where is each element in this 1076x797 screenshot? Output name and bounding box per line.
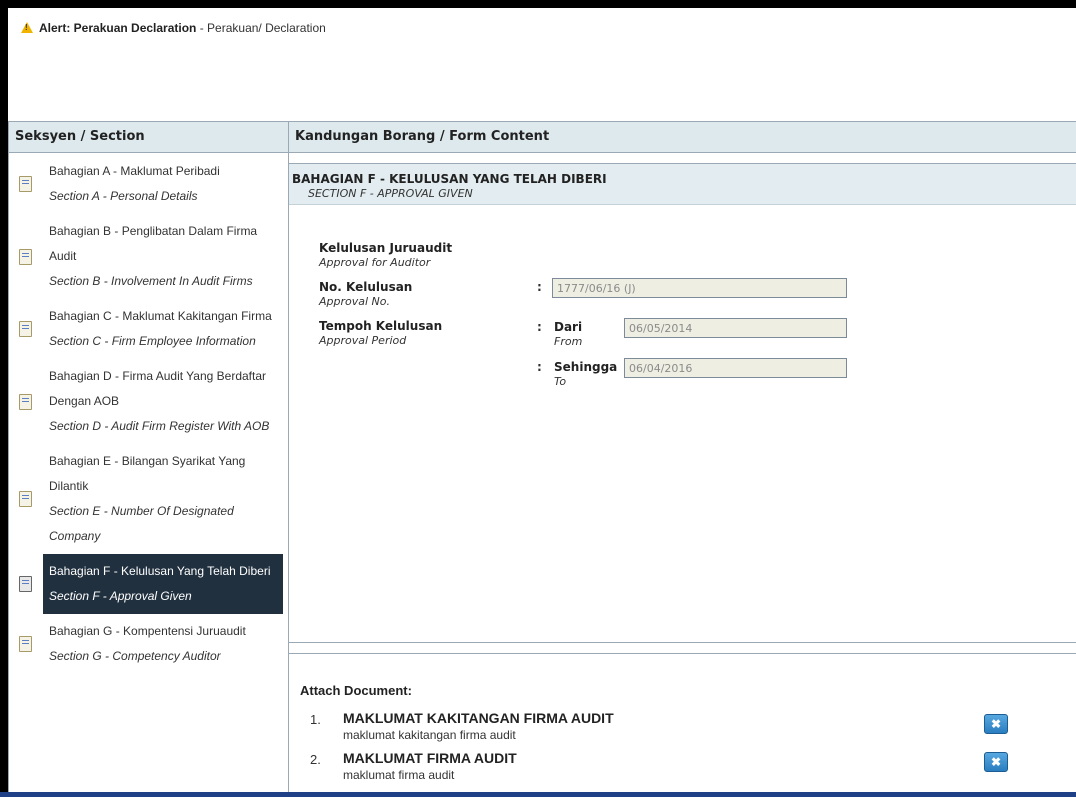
section-label-en: Section F - Approval Given	[49, 589, 192, 603]
section-item-e[interactable]: Bahagian E - Bilangan Syarikat Yang Dila…	[19, 444, 283, 554]
section-label-en: Section G - Competency Auditor	[49, 649, 221, 663]
section-label-ms: Bahagian F - Kelulusan Yang Telah Diberi	[49, 564, 271, 578]
delete-attachment-button[interactable]: ✖	[984, 752, 1008, 772]
section-label-en: Section C - Firm Employee Information	[49, 334, 256, 348]
page: Alert: Perakuan Declaration - Perakuan/ …	[8, 8, 1076, 792]
section-label-en: Section E - Number Of Designated Company	[49, 504, 234, 543]
attach-document-panel: Attach Document: 1. MAKLUMAT KAKITANGAN …	[288, 653, 1076, 792]
label-en: Approval for Auditor	[319, 256, 431, 269]
from-label: Dari From	[554, 320, 582, 348]
label-en: Approval Period	[319, 334, 407, 347]
colon: :	[537, 360, 542, 374]
colon: :	[537, 320, 542, 334]
section-list: Bahagian A - Maklumat Peribadi Section A…	[9, 154, 288, 674]
attachment-number: 1.	[310, 712, 321, 727]
alert-title: Alert: Perakuan Declaration	[39, 21, 197, 35]
label-ms: Dari	[554, 320, 583, 334]
attachment-number: 2.	[310, 752, 321, 767]
delete-attachment-button[interactable]: ✖	[984, 714, 1008, 734]
attachment-name[interactable]: MAKLUMAT FIRMA AUDIT	[343, 750, 517, 766]
colon: :	[537, 280, 542, 294]
section-heading: BAHAGIAN F - KELULUSAN YANG TELAH DIBERI…	[289, 163, 1076, 205]
section-label-ms: Bahagian G - Kompentensi Juruaudit	[49, 624, 246, 638]
attach-title: Attach Document:	[300, 683, 412, 698]
document-icon	[19, 176, 32, 192]
approval-auditor-label: Kelulusan Juruaudit Approval for Auditor	[319, 241, 452, 269]
warning-icon	[21, 22, 33, 33]
close-icon: ✖	[990, 755, 1002, 769]
section-item-f[interactable]: Bahagian F - Kelulusan Yang Telah Diberi…	[19, 554, 283, 614]
section-item-d[interactable]: Bahagian D - Firma Audit Yang Berdaftar …	[19, 359, 283, 444]
section-label-en: Section A - Personal Details	[49, 189, 198, 203]
approval-no-field[interactable]	[552, 278, 847, 298]
section-item-c[interactable]: Bahagian C - Maklumat Kakitangan Firma S…	[19, 299, 283, 359]
to-label: Sehingga To	[554, 360, 617, 388]
section-label-en: Section D - Audit Firm Register With AOB	[49, 419, 270, 433]
form-content-header: Kandungan Borang / Form Content	[289, 122, 1076, 153]
close-icon: ✖	[990, 717, 1002, 731]
document-icon	[19, 321, 32, 337]
section-sidebar: Seksyen / Section Bahagian A - Maklumat …	[8, 121, 289, 792]
section-item-g[interactable]: Bahagian G - Kompentensi Juruaudit Secti…	[19, 614, 283, 674]
document-icon	[19, 576, 32, 592]
label-ms: Kelulusan Juruaudit	[319, 241, 453, 255]
bottom-bar	[0, 792, 1076, 797]
section-item-a[interactable]: Bahagian A - Maklumat Peribadi Section A…	[19, 154, 283, 214]
section-label-ms: Bahagian B - Penglibatan Dalam Firma Aud…	[49, 224, 258, 263]
section-title-ms: BAHAGIAN F - KELULUSAN YANG TELAH DIBERI	[292, 172, 607, 186]
alert-bar: Alert: Perakuan Declaration - Perakuan/ …	[21, 21, 326, 35]
approval-no-label: No. Kelulusan Approval No.	[319, 280, 412, 308]
document-icon	[19, 636, 32, 652]
document-icon	[19, 393, 32, 410]
section-label-ms: Bahagian E - Bilangan Syarikat Yang Dila…	[49, 454, 246, 493]
section-title-en: SECTION F - APPROVAL GIVEN	[308, 187, 473, 200]
label-en: Approval No.	[319, 295, 391, 308]
section-label-ms: Bahagian D - Firma Audit Yang Berdaftar …	[49, 369, 267, 408]
section-label-en: Section B - Involvement In Audit Firms	[49, 274, 253, 288]
to-date-field[interactable]	[624, 358, 847, 378]
label-en: To	[554, 375, 567, 388]
from-date-field[interactable]	[624, 318, 847, 338]
sidebar-header: Seksyen / Section	[9, 122, 288, 153]
approval-period-label: Tempoh Kelulusan Approval Period	[319, 319, 442, 347]
attachment-description: maklumat kakitangan firma audit	[343, 728, 516, 742]
section-label-ms: Bahagian C - Maklumat Kakitangan Firma	[49, 309, 272, 323]
form-content-panel: Kandungan Borang / Form Content BAHAGIAN…	[288, 121, 1076, 643]
section-item-b[interactable]: Bahagian B - Penglibatan Dalam Firma Aud…	[19, 214, 283, 299]
document-icon	[19, 491, 32, 507]
label-en: From	[554, 335, 583, 348]
alert-text: - Perakuan/ Declaration	[196, 21, 326, 35]
section-label-ms: Bahagian A - Maklumat Peribadi	[49, 164, 220, 178]
attachment-name[interactable]: MAKLUMAT KAKITANGAN FIRMA AUDIT	[343, 710, 614, 726]
document-icon	[19, 248, 32, 265]
label-ms: No. Kelulusan	[319, 280, 413, 294]
label-ms: Sehingga	[554, 360, 618, 374]
label-ms: Tempoh Kelulusan	[319, 319, 443, 333]
attachment-description: maklumat firma audit	[343, 768, 455, 782]
